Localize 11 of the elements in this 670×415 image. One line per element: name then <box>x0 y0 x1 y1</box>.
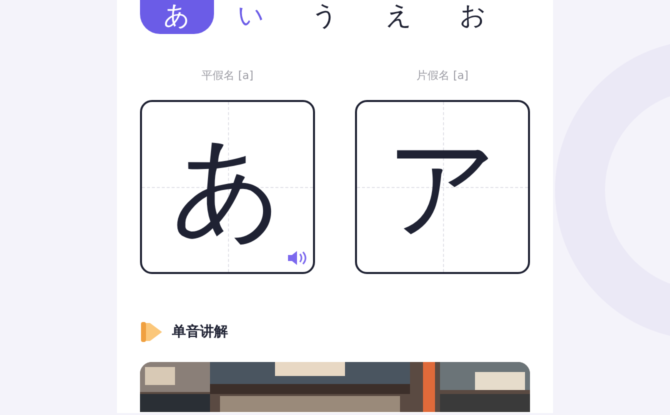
play-icon <box>140 320 164 344</box>
kana-tab[interactable]: あ <box>140 0 214 34</box>
kana-tab[interactable]: う <box>288 0 362 34</box>
kana-tab[interactable]: え <box>362 0 436 34</box>
kana-tab[interactable]: い <box>214 0 288 34</box>
kana-character: ア <box>386 132 499 242</box>
kana-caption: 片假名 [a] <box>416 68 468 83</box>
section-title: 单音讲解 <box>172 323 228 341</box>
kana-caption: 平假名 [a] <box>202 68 254 83</box>
kana-tab[interactable]: お <box>436 0 510 34</box>
speaker-icon[interactable] <box>287 250 307 266</box>
